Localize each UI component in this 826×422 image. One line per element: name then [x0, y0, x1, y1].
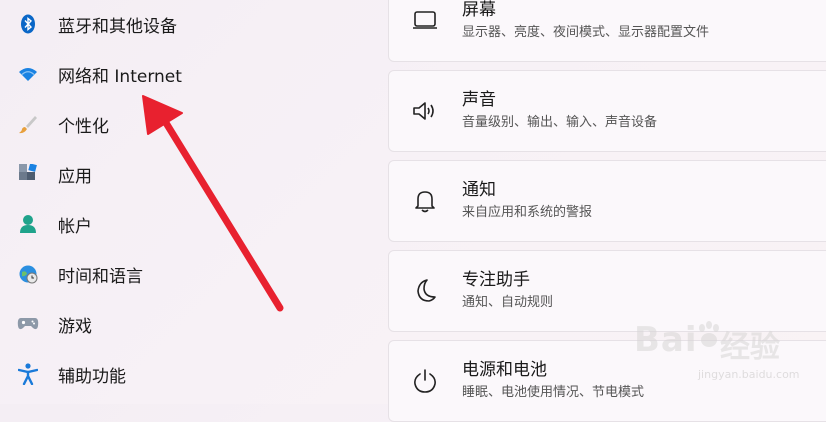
- watermark-url: jingyan.baidu.com: [698, 368, 800, 381]
- apps-icon: [17, 163, 39, 185]
- card-subtitle: 显示器、亮度、夜间模式、显示器配置文件: [462, 25, 710, 40]
- settings-card-sound[interactable]: 声音 音量级别、输出、输入、声音设备: [388, 70, 826, 152]
- moon-icon: [411, 277, 439, 305]
- sidebar-item-bluetooth[interactable]: 蓝牙和其他设备: [0, 2, 370, 46]
- sidebar-item-label: 网络和 Internet: [58, 66, 182, 87]
- card-title: 屏幕: [462, 0, 496, 20]
- settings-card-notifications[interactable]: 通知 来自应用和系统的警报: [388, 160, 826, 242]
- sidebar-item-accessibility[interactable]: 辅助功能: [0, 352, 370, 396]
- sidebar-item-label: 游戏: [58, 316, 92, 337]
- card-subtitle: 音量级别、输出、输入、声音设备: [462, 115, 658, 130]
- card-title: 声音: [462, 90, 496, 110]
- sidebar-item-apps[interactable]: 应用: [0, 152, 370, 196]
- sidebar-item-accounts[interactable]: 帐户: [0, 202, 370, 246]
- watermark-brand-suffix: 经验: [720, 330, 780, 365]
- baidu-jingyan-watermark: Bai 经验 jingyan.baidu.com: [634, 312, 814, 392]
- card-subtitle: 通知、自动规则: [462, 295, 554, 310]
- sidebar-item-label: 个性化: [58, 116, 109, 137]
- sidebar-item-label: 辅助功能: [58, 366, 126, 387]
- paw-icon: [699, 321, 719, 347]
- card-title: 专注助手: [462, 270, 530, 290]
- sidebar-item-label: 蓝牙和其他设备: [58, 16, 177, 37]
- monitor-icon: [411, 7, 439, 35]
- sidebar-item-label: 帐户: [58, 216, 92, 237]
- sidebar-item-network[interactable]: 网络和 Internet: [0, 52, 370, 96]
- sidebar-item-time-language[interactable]: 时间和语言: [0, 252, 370, 296]
- globe-clock-icon: [17, 263, 39, 285]
- accessibility-icon: [17, 363, 39, 385]
- gamepad-icon: [17, 313, 39, 335]
- sidebar-item-gaming[interactable]: 游戏: [0, 302, 370, 346]
- watermark-brand: Bai: [634, 320, 698, 360]
- wifi-icon: [17, 63, 39, 85]
- bluetooth-icon: [17, 13, 39, 35]
- sidebar-item-label: 时间和语言: [58, 266, 143, 287]
- card-subtitle: 睡眠、电池使用情况、节电模式: [462, 385, 645, 400]
- sidebar-item-personalization[interactable]: 个性化: [0, 102, 370, 146]
- card-title: 电源和电池: [462, 360, 547, 380]
- speaker-icon: [411, 97, 439, 125]
- power-icon: [411, 367, 439, 395]
- settings-card-display[interactable]: 屏幕 显示器、亮度、夜间模式、显示器配置文件: [388, 0, 826, 62]
- sidebar-nav: 蓝牙和其他设备 网络和 Internet 个性化 应用 帐户 时间和语言 游戏 …: [0, 0, 380, 404]
- sidebar-item-label: 应用: [58, 166, 92, 187]
- brush-icon: [17, 113, 39, 135]
- card-subtitle: 来自应用和系统的警报: [462, 205, 593, 220]
- bell-icon: [411, 187, 439, 215]
- card-title: 通知: [462, 180, 496, 200]
- account-icon: [17, 213, 39, 235]
